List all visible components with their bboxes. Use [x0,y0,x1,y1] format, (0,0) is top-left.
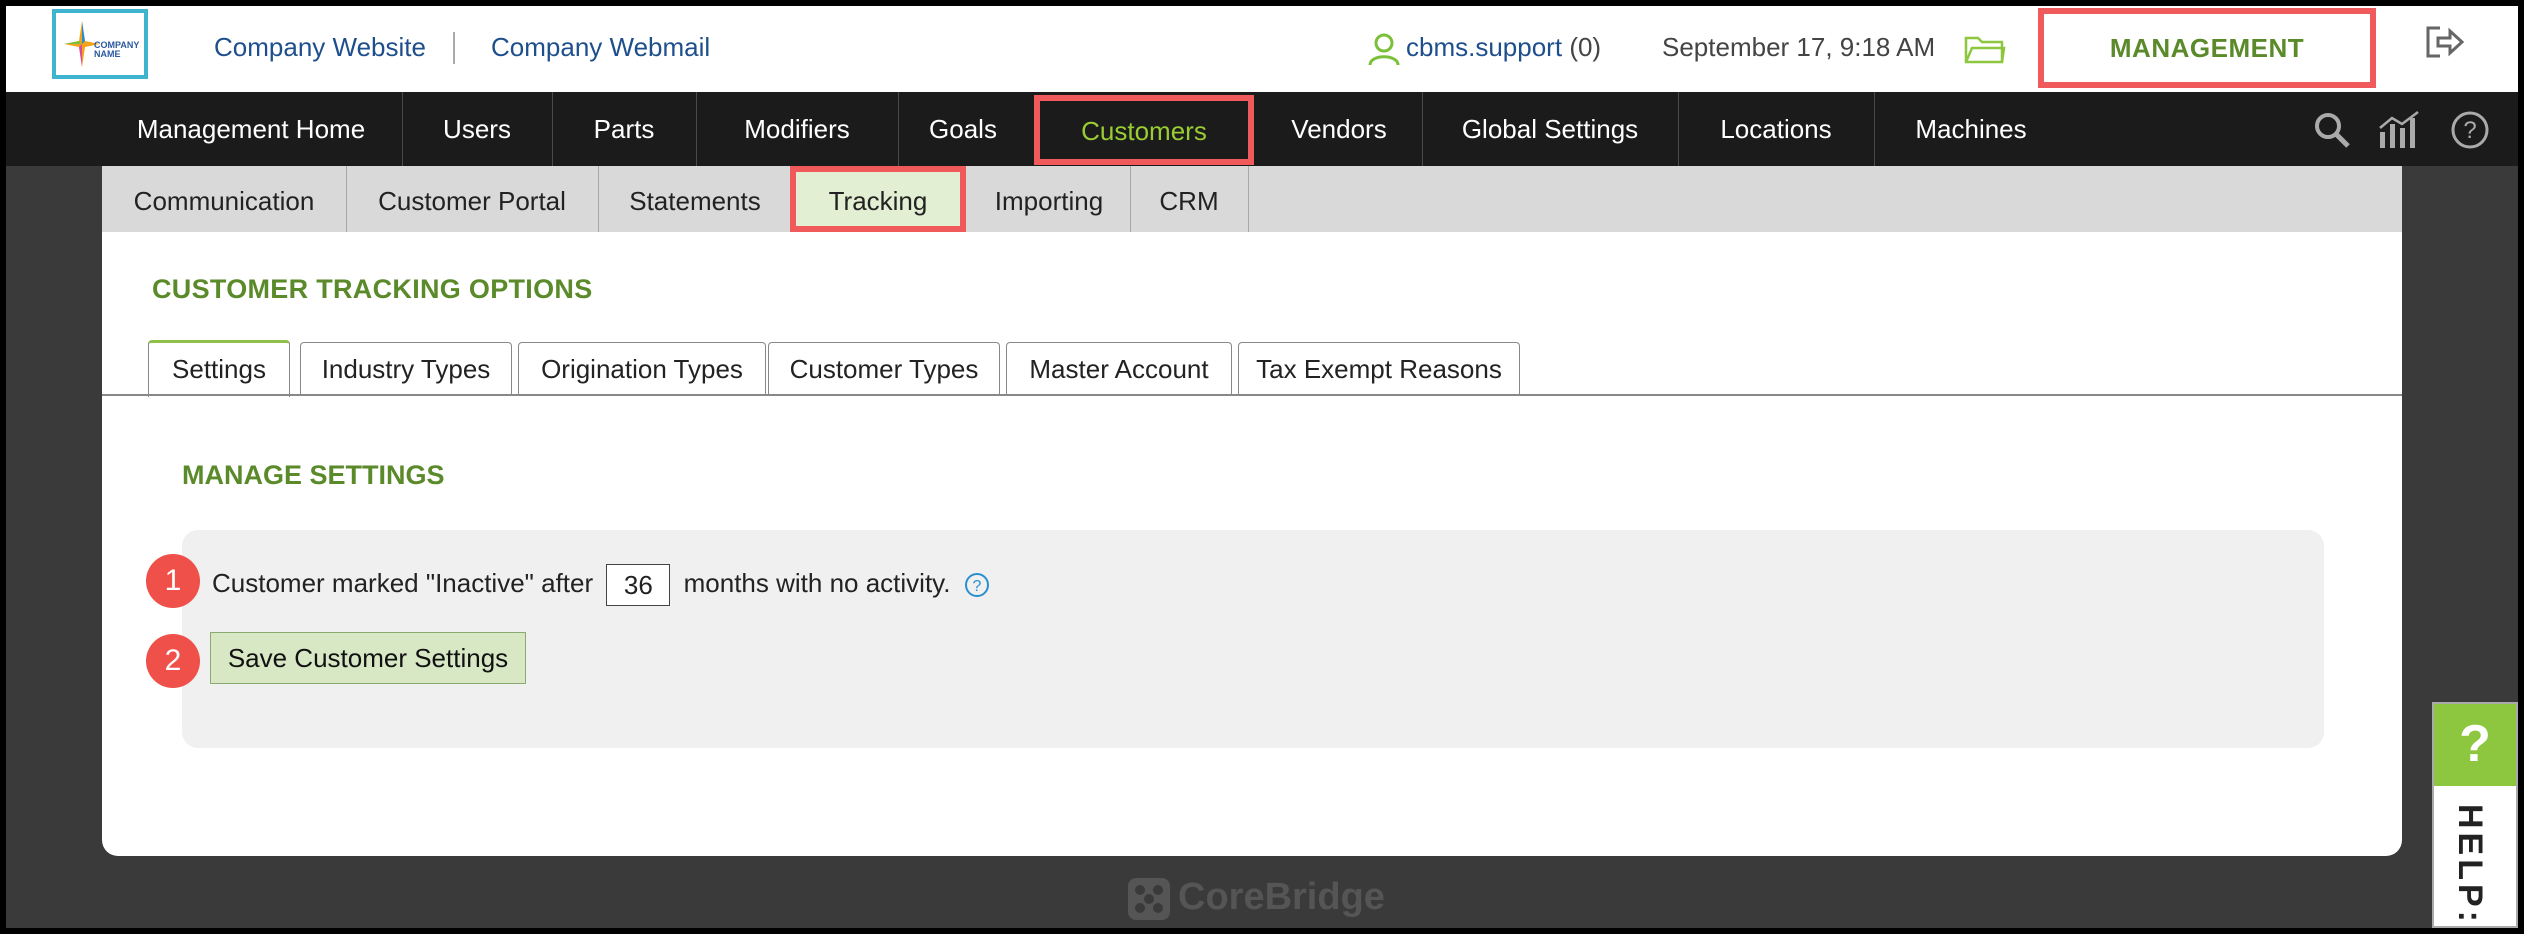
header-divider [453,32,455,64]
step-badge-2: 2 [146,634,200,688]
footer-brand: CoreBridge [1126,876,1385,922]
analytics-icon[interactable] [2376,110,2422,150]
subnav-customer-portal[interactable]: Customer Portal [346,166,598,232]
inactive-months-input[interactable]: 36 [606,564,671,606]
tab-customer-types[interactable]: Customer Types [768,342,1000,395]
company-website-link[interactable]: Company Website [214,32,426,63]
folder-icon[interactable] [1964,34,2006,66]
tab-origination-types[interactable]: Origination Types [518,342,766,395]
tab-industry-types[interactable]: Industry Types [300,342,512,395]
logout-icon[interactable] [2424,24,2466,60]
settings-box: Customer marked "Inactive" after 36 mont… [182,530,2324,748]
subnav-statements[interactable]: Statements [598,166,792,232]
top-header: COMPANY NAME Company Website Company Web… [6,6,2518,92]
nav-management-home[interactable]: Management Home [96,92,406,166]
username: cbms.support [1406,32,1563,62]
subnav-crm[interactable]: CRM [1130,166,1248,232]
user-icon [1368,33,1400,66]
nav-parts[interactable]: Parts [552,92,696,166]
svg-text:?: ? [2463,117,2476,144]
nav-goals[interactable]: Goals [898,92,1028,166]
current-datetime: September 17, 9:18 AM [1662,32,1936,62]
help-question-icon: ? [2434,704,2516,786]
info-help-icon[interactable]: ? [964,572,990,598]
nav-modifiers[interactable]: Modifiers [696,92,898,166]
nav-users[interactable]: Users [402,92,552,166]
setting-suffix: months with no activity. [683,567,951,598]
subnav-tracking[interactable]: Tracking [790,166,966,232]
company-logo[interactable]: COMPANY NAME [52,9,148,79]
help-circle-icon[interactable]: ? [2450,110,2490,150]
setting-prefix: Customer marked "Inactive" after [212,567,594,598]
sub-nav: Communication Customer Portal Statements… [102,166,2402,232]
help-widget[interactable]: ? HELP: [2432,702,2518,928]
main-panel: CUSTOMER TRACKING OPTIONS Settings Indus… [102,232,2402,856]
section-title: MANAGE SETTINGS [182,460,445,490]
inactive-setting-row: Customer marked "Inactive" after 36 mont… [212,564,990,606]
nav-global-settings[interactable]: Global Settings [1422,92,1678,166]
company-webmail-link[interactable]: Company Webmail [491,32,710,63]
save-customer-settings-button[interactable]: Save Customer Settings [210,632,526,684]
logo-text: COMPANY NAME [94,40,140,59]
management-button[interactable]: MANAGEMENT [2038,8,2376,88]
step-badge-1: 1 [146,554,200,608]
corebridge-logo-icon [1128,878,1170,920]
main-nav: Management Home Users Parts Modifiers Go… [6,92,2518,166]
subnav-communication[interactable]: Communication [102,166,346,232]
tab-tax-exempt-reasons[interactable]: Tax Exempt Reasons [1238,342,1520,395]
nav-vendors[interactable]: Vendors [1260,92,1418,166]
nav-machines[interactable]: Machines [1874,92,2068,166]
footer-brand-text: CoreBridge [1178,876,1385,919]
search-icon[interactable] [2312,110,2352,150]
nav-customers[interactable]: Customers [1034,95,1254,165]
help-label: HELP: [2451,804,2489,926]
tabs-divider [102,394,2402,396]
tab-master-account[interactable]: Master Account [1006,342,1232,395]
page-title: CUSTOMER TRACKING OPTIONS [152,274,593,304]
nav-locations[interactable]: Locations [1678,92,1874,166]
svg-text:?: ? [972,578,981,595]
tab-settings[interactable]: Settings [148,340,290,397]
user-count: (0) [1569,32,1602,62]
subnav-divider [1248,166,1249,232]
subnav-importing[interactable]: Importing [966,166,1132,232]
user-account-link[interactable]: cbms.support (0) [1406,32,1601,63]
